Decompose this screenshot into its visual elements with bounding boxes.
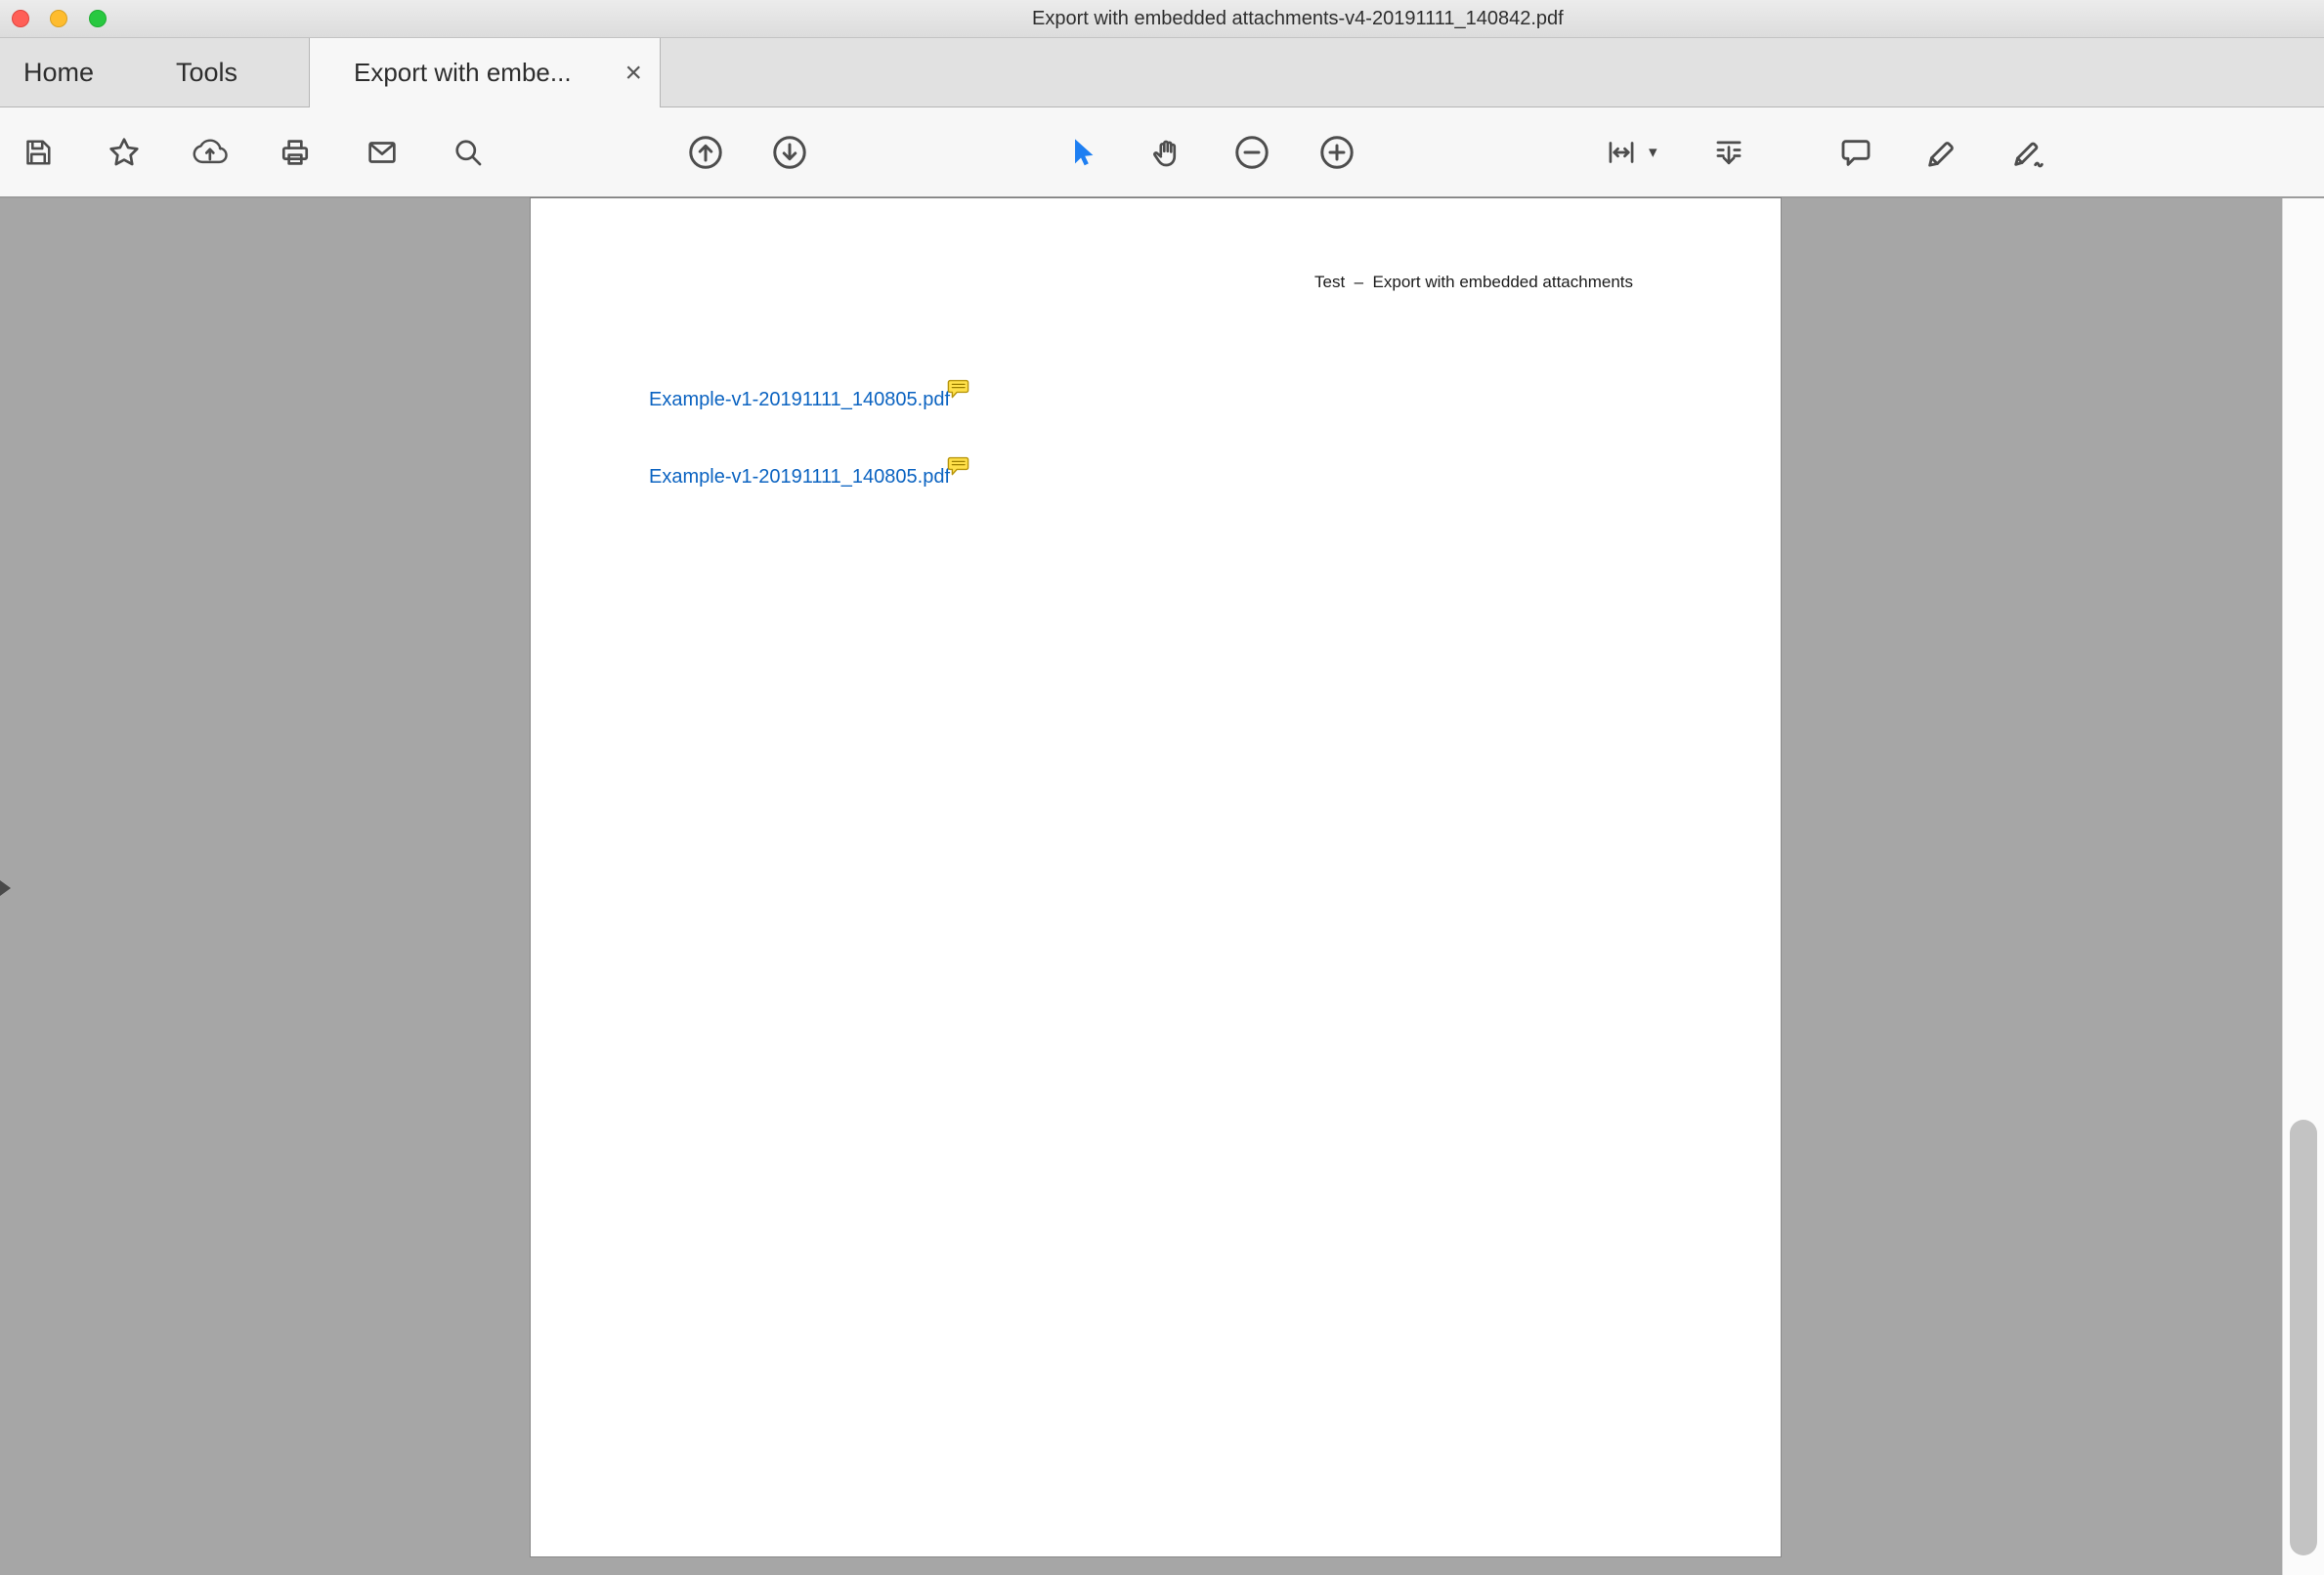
attachment-link-row: Example-v1-20191111_140805.pdf [649,464,970,490]
acrobat-reader-window: Export with embedded attachments-v4-2019… [0,0,2324,1575]
save-button[interactable] [14,128,63,177]
attachment-link[interactable]: Example-v1-20191111_140805.pdf [649,389,950,410]
tab-tools[interactable]: Tools [166,38,247,106]
save-icon [21,135,56,170]
print-button[interactable] [271,128,320,177]
arrow-up-circle-icon [685,132,726,173]
marquee-zoom-button[interactable] [444,128,493,177]
print-icon [277,134,314,171]
fill-sign-icon [2008,133,2047,172]
select-tool-button[interactable] [1057,128,1106,177]
highlight-button[interactable] [1918,128,1967,177]
sticky-note-icon[interactable] [947,379,970,405]
vertical-scrollbar[interactable] [2282,198,2324,1575]
expand-pane-icon [0,880,11,896]
comment-icon [1836,133,1875,172]
magnifier-icon [450,134,487,171]
comment-button[interactable] [1831,128,1880,177]
attachment-link[interactable]: Example-v1-20191111_140805.pdf [649,466,950,488]
hand-tool-button[interactable] [1142,128,1191,177]
attachment-link-row: Example-v1-20191111_140805.pdf [649,387,970,413]
cloud-upload-icon [192,134,229,171]
window-title: Export with embedded attachments-v4-2019… [1032,8,1564,30]
toolbar: / 3 70.4% ▾ [0,107,2324,198]
scrolling-mode-icon [1710,134,1747,171]
pdf-page: Test – Export with embedded attachments … [531,198,1781,1556]
page-header-text: Test – Export with embedded attachments [1314,273,1633,292]
zoom-in-button[interactable] [1313,128,1361,177]
zoom-window-button[interactable] [89,10,107,27]
email-icon [364,134,401,171]
close-tab-icon[interactable]: × [624,59,642,88]
document-viewport: Test – Export with embedded attachments … [0,198,2324,1575]
plus-circle-icon [1316,132,1357,173]
tab-document[interactable]: Export with embe... × [309,38,661,107]
arrow-down-circle-icon [769,132,810,173]
email-button[interactable] [358,128,407,177]
tab-home[interactable]: Home [14,38,104,106]
share-button[interactable] [186,128,235,177]
highlighter-icon [1923,133,1962,172]
scrollbar-thumb[interactable] [2290,1120,2317,1555]
fit-width-icon [1603,134,1640,171]
select-arrow-icon [1063,134,1100,171]
page-fit-button[interactable]: ▾ [1603,134,1657,171]
scrolling-mode-button[interactable] [1704,128,1753,177]
fill-sign-button[interactable] [2003,128,2052,177]
close-window-button[interactable] [12,10,29,27]
document-tab-label: Export with embe... [354,58,624,88]
next-page-button[interactable] [765,128,814,177]
minimize-window-button[interactable] [50,10,67,27]
sticky-note-icon[interactable] [947,456,970,483]
titlebar: Export with embedded attachments-v4-2019… [0,0,2324,38]
zoom-out-button[interactable] [1227,128,1276,177]
navigation-pane-toggle[interactable] [0,874,18,902]
star-button[interactable] [100,128,149,177]
previous-page-button[interactable] [681,128,730,177]
minus-circle-icon [1231,132,1272,173]
tab-bar: Home Tools Export with embe... × [0,38,2324,107]
chevron-down-icon: ▾ [1649,143,1657,162]
hand-icon [1148,134,1185,171]
star-icon [106,134,143,171]
